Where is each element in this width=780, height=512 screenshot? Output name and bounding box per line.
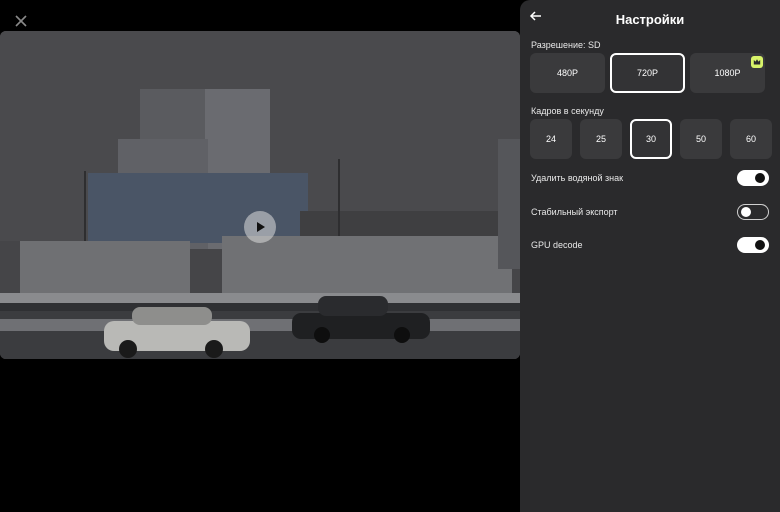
toggle-label: Стабильный экспорт <box>531 207 618 217</box>
play-icon <box>257 222 265 232</box>
play-button[interactable] <box>244 211 276 243</box>
fps-option-30[interactable]: 30 <box>630 119 672 159</box>
pro-badge <box>751 56 763 68</box>
fps-option-25[interactable]: 25 <box>580 119 622 159</box>
close-button[interactable] <box>10 10 32 32</box>
resolution-option-label: 1080P <box>714 68 741 78</box>
fps-option-label: 25 <box>595 134 606 144</box>
fps-option-label: 60 <box>745 134 756 144</box>
toggle-label: GPU decode <box>531 240 583 250</box>
toggle-knob <box>741 206 751 217</box>
toggle-knob <box>755 240 765 250</box>
toggle-knob <box>755 173 765 183</box>
resolution-label: Разрешение: SD <box>531 40 601 50</box>
toggle-label: Удалить водяной знак <box>531 173 624 183</box>
resolution-option-720p[interactable]: 720P <box>610 53 685 93</box>
video-preview <box>0 31 520 359</box>
fps-label: Кадров в секунду <box>531 106 604 116</box>
fps-option-24[interactable]: 24 <box>530 119 572 159</box>
stable-export-toggle[interactable] <box>737 204 769 220</box>
resolution-option-480p[interactable]: 480P <box>530 53 605 93</box>
toggle-row-remove-watermark: Удалить водяной знак <box>531 169 769 187</box>
fps-option-60[interactable]: 60 <box>730 119 772 159</box>
resolution-option-label: 480P <box>556 68 579 78</box>
panel-header: Настройки <box>520 0 780 38</box>
video-frame-image <box>0 31 520 359</box>
fps-options: 24 25 30 50 60 <box>530 119 772 159</box>
toggle-row-gpu-decode: GPU decode <box>531 236 769 254</box>
panel-title: Настройки <box>615 12 685 27</box>
resolution-options: 480P 720P 1080P <box>530 53 765 93</box>
fps-option-label: 50 <box>695 134 706 144</box>
gpu-decode-toggle[interactable] <box>737 237 769 253</box>
fps-option-label: 24 <box>545 134 556 144</box>
close-icon <box>15 15 27 27</box>
remove-watermark-toggle[interactable] <box>737 170 769 186</box>
toggle-row-stable-export: Стабильный экспорт <box>531 203 769 221</box>
fps-option-label: 30 <box>645 134 656 144</box>
resolution-option-label: 720P <box>636 68 659 78</box>
settings-panel: Настройки Разрешение: SD 480P 720P 1080P… <box>520 0 780 512</box>
fps-option-50[interactable]: 50 <box>680 119 722 159</box>
resolution-option-1080p[interactable]: 1080P <box>690 53 765 93</box>
crown-icon <box>753 59 761 65</box>
